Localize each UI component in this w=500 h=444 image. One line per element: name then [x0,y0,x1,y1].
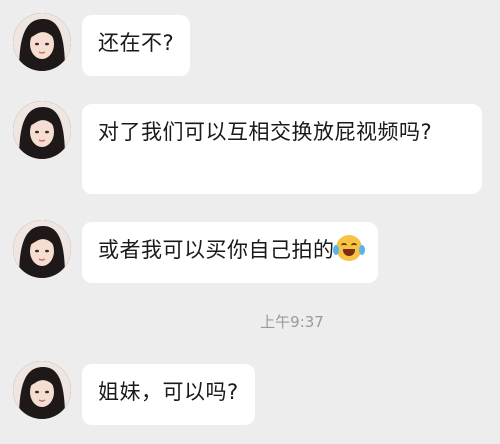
face-with-tears-of-joy-icon [332,235,365,261]
message-text: 对了我们可以互相交换放屁视频吗? [98,120,433,144]
message-bubble[interactable]: 对了我们可以互相交换放屁视频吗? [82,104,482,194]
avatar[interactable] [13,13,71,71]
message-text: 或者我可以买你自己拍的 [98,238,335,262]
avatar-image [13,361,71,419]
message-text: 还在不? [98,31,175,55]
avatar[interactable] [13,220,71,278]
avatar-image [13,13,71,71]
avatar[interactable] [13,361,71,419]
message-bubble[interactable]: 还在不? [82,15,191,76]
message-bubble[interactable]: 姐妹，可以吗? [82,364,255,425]
avatar-image [13,220,71,278]
avatar-image [13,101,71,159]
avatar[interactable] [13,101,71,159]
timestamp: 上午9:37 [260,313,324,331]
message-bubble[interactable]: 或者我可以买你自己拍的 [82,222,378,283]
message-text: 姐妹，可以吗? [98,380,239,404]
